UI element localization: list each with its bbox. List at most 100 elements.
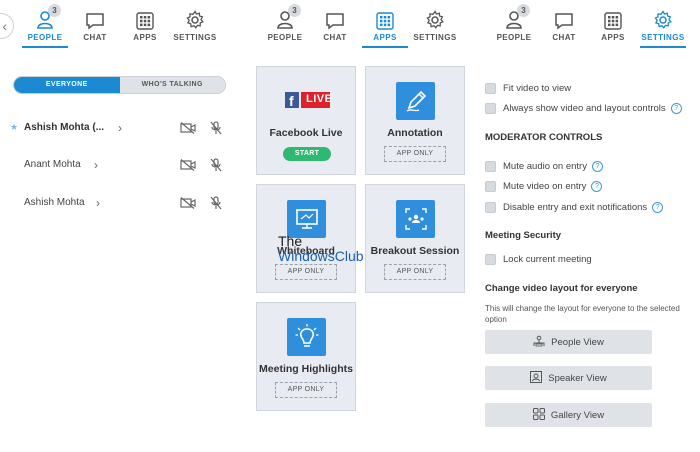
settings-tabbar: 3 PEOPLE CHAT APPS SETTINGS — [480, 0, 700, 50]
help-icon[interactable]: ? — [591, 181, 603, 192]
chevron-right-icon[interactable]: › — [94, 158, 98, 172]
watermark-line1: The — [278, 233, 303, 249]
checkbox-label: Mute audio on entry — [503, 161, 587, 172]
gallery-view-button[interactable]: Gallery View — [485, 403, 652, 427]
tab-label: SETTINGS — [173, 33, 217, 42]
app-card-annotation[interactable]: Annotation APP ONLY — [365, 66, 465, 175]
meeting-security-heading: Meeting Security — [485, 230, 562, 241]
tab-label: CHAT — [552, 33, 576, 42]
people-icon: 3 — [260, 4, 310, 30]
participant-name: Ashish Mohta (... — [24, 122, 104, 133]
mic-off-icon[interactable] — [210, 196, 222, 213]
people-view-label: People View — [551, 336, 604, 348]
mic-off-icon[interactable] — [210, 158, 222, 175]
checkbox-label: Mute video on entry — [503, 181, 587, 192]
tab-label: SETTINGS — [413, 33, 457, 42]
checkbox-label: Always show video and layout controls — [503, 103, 666, 114]
help-icon[interactable]: ? — [670, 103, 682, 114]
chevron-right-icon[interactable]: › — [118, 121, 122, 135]
app-title: Meeting Highlights — [259, 363, 353, 375]
checkbox-label-wrap: Mute audio on entry? — [503, 161, 603, 172]
gear-icon — [638, 8, 688, 30]
tab-chat[interactable]: CHAT — [310, 8, 360, 48]
lock-meeting-checkbox[interactable]: Lock current meeting — [485, 253, 695, 267]
mute-audio-checkbox[interactable]: Mute audio on entry? — [485, 160, 695, 174]
tab-apps[interactable]: APPS — [120, 8, 170, 48]
tab-people[interactable]: 3 PEOPLE — [260, 4, 310, 48]
tab-label: CHAT — [83, 33, 107, 42]
checkbox-box[interactable] — [485, 83, 496, 94]
people-view-button[interactable]: People View — [485, 330, 652, 354]
mic-off-icon[interactable] — [210, 121, 222, 138]
checkbox-box[interactable] — [485, 181, 496, 192]
tab-label: PEOPLE — [267, 33, 303, 42]
speaker-view-button[interactable]: Speaker View — [485, 366, 652, 390]
tab-chat[interactable]: CHAT — [539, 8, 589, 48]
tab-label: APPS — [373, 33, 397, 42]
disable-notifications-checkbox[interactable]: Disable entry and exit notifications? — [485, 201, 695, 215]
tab-apps[interactable]: APPS — [360, 8, 410, 48]
app-only-button[interactable]: APP ONLY — [384, 146, 446, 162]
video-off-icon[interactable] — [180, 197, 196, 212]
tab-people[interactable]: 3 PEOPLE — [489, 4, 539, 48]
app-only-button[interactable]: APP ONLY — [384, 264, 446, 280]
app-only-button[interactable]: APP ONLY — [275, 382, 337, 398]
fit-video-checkbox[interactable]: Fit video to view — [485, 82, 695, 96]
everyone-segment[interactable]: EVERYONE — [14, 77, 120, 93]
participant-row[interactable]: Anant Mohta › — [10, 158, 230, 174]
gear-icon — [410, 8, 460, 30]
chevron-right-icon[interactable]: › — [96, 196, 100, 210]
people-tabbar: 3 PEOPLE CHAT APPS SETTINGS — [0, 0, 240, 50]
app-title: Breakout Session — [370, 245, 460, 257]
checkbox-box[interactable] — [485, 103, 496, 114]
participant-name: Anant Mohta — [24, 159, 81, 170]
tab-settings[interactable]: SETTINGS — [410, 8, 460, 48]
app-title: Facebook Live — [269, 127, 343, 139]
tab-people[interactable]: 3 PEOPLE — [20, 4, 70, 48]
tab-label: APPS — [601, 33, 625, 42]
people-icon: 3 — [489, 4, 539, 30]
app-title: Annotation — [387, 127, 443, 139]
lightbulb-icon — [287, 318, 326, 356]
apps-grid-icon — [360, 8, 410, 30]
people-panel: ‹ 3 PEOPLE CHAT APPS SETTINGS EVERYONE W… — [0, 0, 240, 452]
moderator-controls-heading: MODERATOR CONTROLS — [485, 132, 603, 143]
apps-tabbar: 3 PEOPLE CHAT APPS SETTINGS — [240, 0, 480, 50]
participant-row[interactable]: ★ Ashish Mohta (... › — [10, 121, 230, 137]
whos-talking-segment[interactable]: WHO'S TALKING — [119, 77, 225, 93]
tab-settings[interactable]: SETTINGS — [170, 8, 220, 48]
checkbox-box[interactable] — [485, 161, 496, 172]
app-only-button[interactable]: APP ONLY — [275, 264, 337, 280]
app-card-facebook-live[interactable]: f LIVE Facebook Live START — [256, 66, 356, 175]
help-icon[interactable]: ? — [652, 202, 664, 213]
apps-grid-icon — [120, 8, 170, 30]
checkbox-box[interactable] — [485, 202, 496, 213]
svg-text:f: f — [289, 93, 294, 109]
app-card-breakout-session[interactable]: Breakout Session APP ONLY — [365, 184, 465, 293]
checkbox-box[interactable] — [485, 254, 496, 265]
gear-icon — [170, 8, 220, 30]
tab-chat[interactable]: CHAT — [70, 8, 120, 48]
checkbox-label: Disable entry and exit notifications — [503, 202, 648, 213]
chat-icon — [310, 8, 360, 30]
tab-label: APPS — [133, 33, 157, 42]
checkbox-label-wrap: Mute video on entry? — [503, 181, 603, 192]
video-off-icon[interactable] — [180, 122, 196, 137]
app-card-meeting-highlights[interactable]: Meeting Highlights APP ONLY — [256, 302, 356, 411]
tab-label: PEOPLE — [496, 33, 532, 42]
people-count-badge: 3 — [517, 4, 530, 17]
checkbox-label-wrap: Disable entry and exit notifications? — [503, 202, 664, 213]
tab-settings[interactable]: SETTINGS — [638, 8, 688, 48]
checkbox-label-wrap: Always show video and layout controls? — [503, 103, 682, 114]
watermark: The WindowsClub — [278, 234, 364, 264]
people-count-badge: 3 — [48, 4, 61, 17]
gallery-view-icon — [532, 407, 545, 423]
mute-video-checkbox[interactable]: Mute video on entry? — [485, 180, 695, 194]
help-icon[interactable]: ? — [591, 161, 603, 172]
checkbox-label: Fit video to view — [503, 83, 572, 94]
always-show-controls-checkbox[interactable]: Always show video and layout controls? — [485, 102, 695, 116]
start-button[interactable]: START — [283, 147, 331, 161]
tab-apps[interactable]: APPS — [588, 8, 638, 48]
video-off-icon[interactable] — [180, 159, 196, 174]
participant-row[interactable]: Ashish Mohta › — [10, 196, 230, 212]
